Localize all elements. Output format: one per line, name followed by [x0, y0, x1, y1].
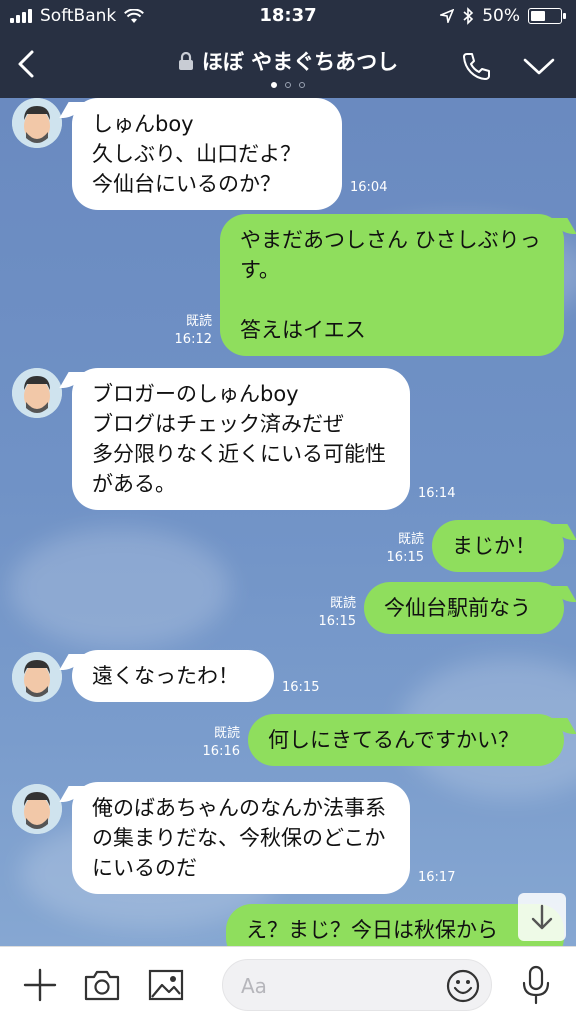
avatar[interactable]: [12, 652, 62, 702]
voice-button[interactable]: [514, 965, 558, 1005]
message-time: 16:14: [418, 486, 456, 501]
chat-area[interactable]: しゅんboy 久しぶり、山口だよ？ 今仙台にいるのか？ 16:04 既読 16:…: [0, 98, 576, 946]
camera-button[interactable]: [80, 965, 124, 1005]
message-bubble[interactable]: 今仙台駅前なう: [364, 582, 564, 634]
message-bubble[interactable]: 俺のばあちゃんのなんか法事系の集まりだな、今秋保のどこかにいるのだ: [72, 782, 410, 894]
message-text-field[interactable]: [222, 959, 492, 1011]
page-dot: [299, 82, 305, 88]
emoji-button[interactable]: [445, 968, 481, 1004]
chevron-down-icon: [523, 58, 555, 75]
call-button[interactable]: [456, 46, 496, 86]
page-dot: [271, 82, 277, 88]
plus-icon: [23, 968, 57, 1002]
menu-button[interactable]: [518, 46, 560, 86]
phone-icon: [463, 53, 490, 80]
chat-header: ほぼ やまぐちあつし: [0, 32, 576, 98]
message-bubble[interactable]: 何しにきてるんですかい？: [248, 714, 564, 766]
read-receipt: 既読: [397, 532, 424, 547]
arrow-down-icon: [531, 904, 553, 930]
message-bubble[interactable]: 遠くなったわ！: [72, 650, 274, 702]
bluetooth-icon: [463, 7, 474, 25]
page-dot: [285, 82, 291, 88]
message-input-bar: [0, 946, 576, 1024]
chat-title[interactable]: ほぼ やまぐちあつし: [178, 46, 398, 76]
image-button[interactable]: [144, 965, 188, 1005]
camera-icon: [84, 970, 120, 1001]
avatar[interactable]: [12, 98, 62, 148]
avatar[interactable]: [12, 368, 62, 418]
battery-percent: 50%: [482, 6, 520, 26]
status-bar: SoftBank 18:37 50%: [0, 0, 576, 32]
message-bubble[interactable]: しゅんboy 久しぶり、山口だよ？ 今仙台にいるのか？: [72, 98, 342, 210]
message-time: 16:15: [282, 680, 320, 695]
battery-icon: [528, 8, 566, 24]
message-time: 16:15: [318, 614, 356, 629]
read-receipt: 既読: [185, 314, 212, 329]
read-receipt: 既読: [329, 596, 356, 611]
message-bubble[interactable]: やまだあつしさん ひさしぶりっす。 答えはイエス: [220, 214, 564, 356]
message-time: 16:16: [202, 744, 240, 759]
message-time: 16:04: [350, 180, 388, 195]
message-time: 16:15: [386, 550, 424, 565]
message-time: 16:17: [418, 870, 456, 885]
scroll-to-bottom-button[interactable]: [518, 893, 566, 941]
add-button[interactable]: [18, 965, 62, 1005]
location-icon: [440, 9, 455, 23]
read-receipt: 既読: [213, 726, 240, 741]
message-input[interactable]: [241, 972, 431, 1000]
image-icon: [148, 969, 184, 1001]
message-time: 16:12: [174, 332, 212, 347]
avatar[interactable]: [12, 784, 62, 834]
message-bubble[interactable]: え？まじ？今日は秋保から: [226, 904, 564, 946]
smiley-icon: [446, 969, 480, 1003]
lock-icon: [178, 52, 193, 70]
message-bubble[interactable]: ブロガーのしゅんboy ブログはチェック済みだぜ 多分限りなく近くにいる可能性が…: [72, 368, 410, 510]
message-bubble[interactable]: まじか！: [432, 520, 564, 572]
chat-title-text: ほぼ やまぐちあつし: [201, 50, 399, 74]
microphone-icon: [522, 965, 550, 1005]
